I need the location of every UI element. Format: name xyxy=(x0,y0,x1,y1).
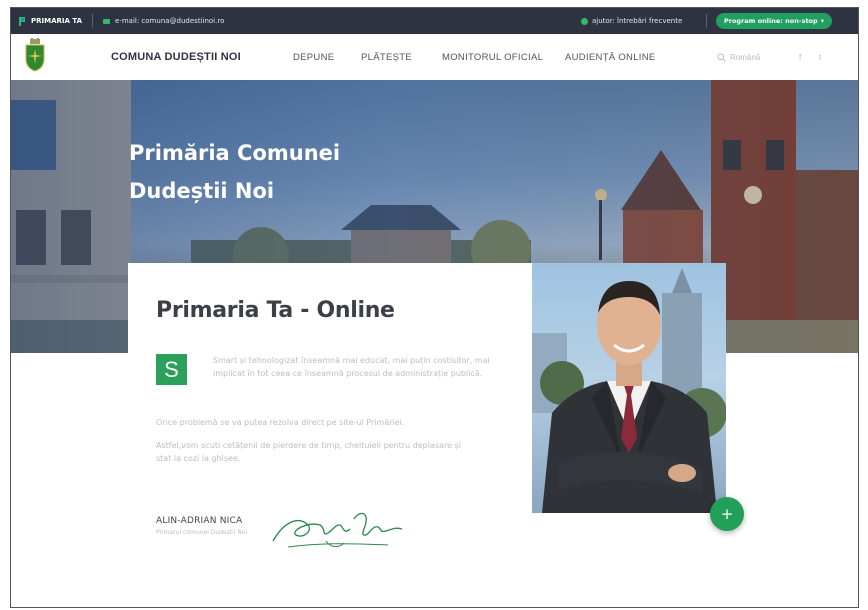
card-title: Primaria Ta - Online xyxy=(156,298,395,323)
help-icon xyxy=(581,17,588,25)
mail-icon xyxy=(103,18,111,24)
hero-title: Primăria Comunei Dudeștii Noi xyxy=(129,134,340,210)
hero-title-line2: Dudeștii Noi xyxy=(129,179,275,203)
mayor-photo xyxy=(532,268,726,513)
benefit-paragraph: Astfel,vom scuti cetățenii de pierdere d… xyxy=(156,441,461,463)
site-name[interactable]: COMUNA DUDEȘTII NOI xyxy=(111,51,241,63)
help-link[interactable]: ajutor: întrebări frecvente xyxy=(581,17,682,25)
expand-button[interactable]: + xyxy=(710,497,744,531)
intro-card: Primaria Ta - Online S Smart și tehnolog… xyxy=(128,263,533,607)
nav-item-depune[interactable]: DEPUNE xyxy=(293,52,334,63)
language-label: Română xyxy=(730,52,761,62)
top-divider-right xyxy=(706,14,707,28)
browser-page: PRIMARIA TA e-mail: comuna@dudestiinoi.r… xyxy=(10,7,859,608)
top-brand-label: PRIMARIA TA xyxy=(31,17,83,25)
brand-logo-icon xyxy=(19,16,25,26)
chevron-down-icon: ▾ xyxy=(820,17,824,25)
email-label: e-mail: comuna@dudestiinoi.ro xyxy=(115,17,225,25)
handwritten-signature xyxy=(272,512,403,548)
program-online-label: Program online: non-stop xyxy=(724,17,818,25)
nav-item-monitorul-oficial[interactable]: MONITORUL OFICIAL xyxy=(442,52,543,63)
twitter-icon[interactable]: t xyxy=(819,53,821,62)
main-nav: COMUNA DUDEȘTII NOI DEPUNE PLĂTEȘTE MONI… xyxy=(11,34,858,80)
info-paragraph: Orice problemă se va putea rezolva direc… xyxy=(156,418,405,427)
email-link[interactable]: e-mail: comuna@dudestiinoi.ro xyxy=(103,17,224,25)
coat-of-arms-logo[interactable] xyxy=(23,38,47,72)
mayor-portrait xyxy=(532,263,726,513)
nav-item-audienta-online[interactable]: AUDIENȚĂ ONLINE xyxy=(565,52,656,63)
signer-role: Primarul comunei Dudeștii Noi xyxy=(156,529,248,536)
top-bar: PRIMARIA TA e-mail: comuna@dudestiinoi.r… xyxy=(11,8,858,34)
hero-title-line1: Primăria Comunei xyxy=(129,141,341,165)
nav-item-plateste[interactable]: PLĂTEȘTE xyxy=(361,52,412,63)
signer-name: ALIN-ADRIAN NICA xyxy=(156,516,243,526)
facebook-icon[interactable]: f xyxy=(799,53,801,62)
drop-cap-badge: S xyxy=(156,354,187,385)
program-online-button[interactable]: Program online: non-stop ▾ xyxy=(716,13,832,29)
search-icon xyxy=(717,53,726,62)
top-divider xyxy=(92,14,94,28)
language-selector[interactable]: Română xyxy=(717,53,760,62)
intro-paragraph: Smart și tehnologizat înseamnă mai educa… xyxy=(213,356,490,378)
help-label: ajutor: întrebări frecvente xyxy=(592,17,683,25)
top-brand[interactable]: PRIMARIA TA xyxy=(18,16,82,27)
